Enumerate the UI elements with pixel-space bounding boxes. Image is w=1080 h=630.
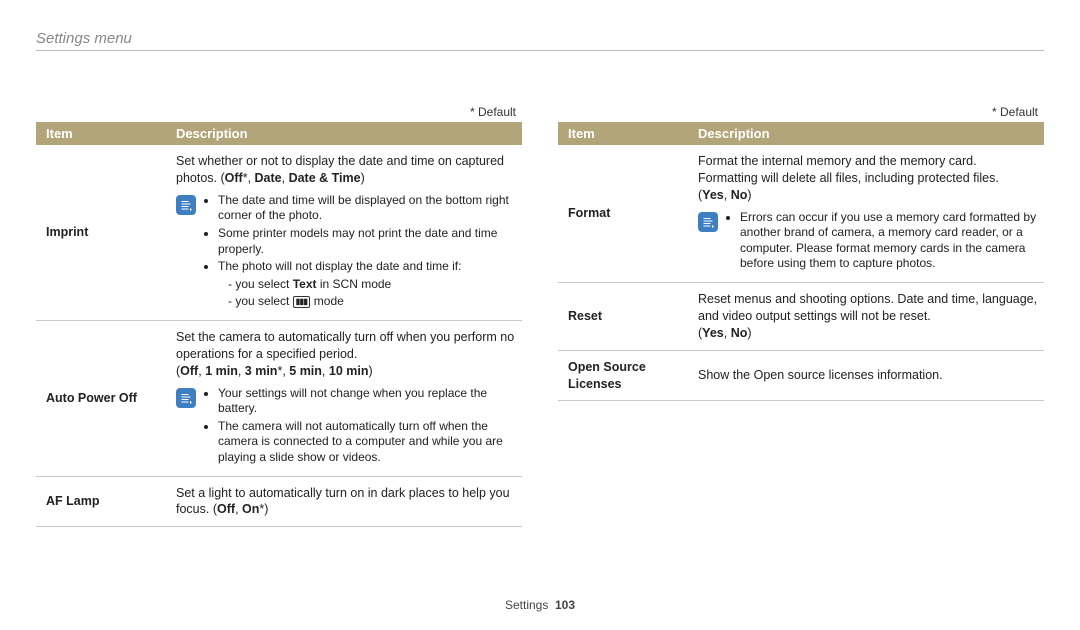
format-opt-no: No — [731, 188, 748, 202]
footer-page-number: 103 — [555, 598, 575, 612]
content-columns: * Default Item Description Imprint Set w… — [36, 105, 1044, 527]
format-options: (Yes, No) — [698, 188, 752, 202]
sep: , — [238, 364, 245, 378]
item-imprint: Imprint — [36, 145, 166, 320]
section-title: Settings menu — [36, 30, 1044, 47]
col-header-item: Item — [36, 122, 166, 145]
row-reset: Reset Reset menus and shooting options. … — [558, 283, 1044, 351]
row-af-lamp: AF Lamp Set a light to automatically tur… — [36, 476, 522, 527]
item-format: Format — [558, 145, 688, 283]
desc-open-source-licenses: Show the Open source licenses informatio… — [688, 350, 1044, 401]
col-header-description: Description — [166, 122, 522, 145]
desc-auto-power-off: Set the camera to automatically turn off… — [166, 320, 522, 476]
reset-opt-no: No — [731, 326, 748, 340]
apo-opt-1min: 1 min — [205, 364, 238, 378]
imprint-opt-datetime: Date & Time — [289, 171, 361, 185]
sub1-pre: you select — [235, 277, 292, 291]
imprint-text: Set whether or not to display the date a… — [176, 154, 504, 185]
sub1-bold: Text — [293, 277, 317, 291]
imprint-notes: The date and time will be displayed on t… — [204, 193, 516, 312]
desc-imprint: Set whether or not to display the date a… — [166, 145, 522, 320]
imprint-note-3: The photo will not display the date and … — [218, 259, 516, 310]
footer-section: Settings — [505, 598, 548, 612]
movie-mode-icon: ▮▮▮ — [293, 296, 311, 308]
item-af-lamp: AF Lamp — [36, 476, 166, 527]
imprint-sub-1: you select Text in SCN mode — [228, 277, 516, 293]
format-text: Format the internal memory and the memor… — [698, 154, 999, 185]
sep: *, — [243, 171, 255, 185]
aflamp-post: *) — [259, 502, 268, 516]
sep: , — [235, 502, 242, 516]
aflamp-opt-on: On — [242, 502, 259, 516]
apo-opt-10min: 10 min — [329, 364, 369, 378]
right-column: * Default Item Description Format Format… — [558, 105, 1044, 527]
apo-note-1: Your settings will not change when you r… — [218, 386, 516, 417]
desc-format: Format the internal memory and the memor… — [688, 145, 1044, 283]
row-auto-power-off: Auto Power Off Set the camera to automat… — [36, 320, 522, 476]
col-header-description: Description — [688, 122, 1044, 145]
close: ) — [368, 364, 372, 378]
row-format: Format Format the internal memory and th… — [558, 145, 1044, 283]
sep: , — [724, 188, 731, 202]
sub2-post: mode — [310, 294, 343, 308]
row-imprint: Imprint Set whether or not to display th… — [36, 145, 522, 320]
col-header-item: Item — [558, 122, 688, 145]
default-note: * Default — [36, 105, 522, 119]
desc-reset: Reset menus and shooting options. Date a… — [688, 283, 1044, 351]
imprint-opt-off: Off — [225, 171, 243, 185]
default-note: * Default — [558, 105, 1044, 119]
aflamp-text: Set a light to automatically turn on in … — [176, 486, 510, 517]
desc-af-lamp: Set a light to automatically turn on in … — [166, 476, 522, 527]
reset-text: Reset menus and shooting options. Date a… — [698, 292, 1037, 323]
apo-text: Set the camera to automatically turn off… — [176, 330, 514, 361]
imprint-sublist: you select Text in SCN mode you select ▮… — [218, 277, 516, 310]
close: ) — [747, 188, 751, 202]
left-column: * Default Item Description Imprint Set w… — [36, 105, 522, 527]
divider — [36, 50, 1044, 51]
aflamp-opt-off: Off — [217, 502, 235, 516]
sub1-post: in SCN mode — [317, 277, 392, 291]
item-auto-power-off: Auto Power Off — [36, 320, 166, 476]
settings-table-left: Item Description Imprint Set whether or … — [36, 122, 522, 527]
imprint-note-box: The date and time will be displayed on t… — [176, 193, 516, 312]
reset-options: (Yes, No) — [698, 326, 752, 340]
sep: *, — [277, 364, 289, 378]
format-opt-yes: Yes — [702, 188, 724, 202]
sep: , — [322, 364, 329, 378]
note-icon — [698, 212, 718, 232]
apo-options: (Off, 1 min, 3 min*, 5 min, 10 min) — [176, 364, 373, 378]
format-notes: Errors can occur if you use a memory car… — [726, 210, 1038, 274]
imprint-opt-date: Date — [255, 171, 282, 185]
apo-opt-3min: 3 min — [245, 364, 278, 378]
imprint-note-2: Some printer models may not print the da… — [218, 226, 516, 257]
item-open-source-licenses: Open Source Licenses — [558, 350, 688, 401]
manual-page: Settings menu * Default Item Description… — [0, 0, 1080, 630]
note-icon — [176, 388, 196, 408]
format-note-1: Errors can occur if you use a memory car… — [740, 210, 1038, 272]
settings-table-right: Item Description Format Format the inter… — [558, 122, 1044, 401]
item-reset: Reset — [558, 283, 688, 351]
sub2-pre: you select — [235, 294, 292, 308]
reset-opt-yes: Yes — [702, 326, 724, 340]
row-open-source-licenses: Open Source Licenses Show the Open sourc… — [558, 350, 1044, 401]
imprint-sub-2: you select ▮▮▮ mode — [228, 294, 516, 310]
apo-notes: Your settings will not change when you r… — [204, 386, 516, 468]
format-note-box: Errors can occur if you use a memory car… — [698, 210, 1038, 274]
apo-opt-5min: 5 min — [289, 364, 322, 378]
note-icon — [176, 195, 196, 215]
sep: , — [282, 171, 289, 185]
apo-opt-off: Off — [180, 364, 198, 378]
close: ) — [747, 326, 751, 340]
imprint-note-1: The date and time will be displayed on t… — [218, 193, 516, 224]
imprint-desc-post: ) — [361, 171, 365, 185]
imprint-note-3-text: The photo will not display the date and … — [218, 259, 461, 273]
apo-note-box: Your settings will not change when you r… — [176, 386, 516, 468]
apo-note-2: The camera will not automatically turn o… — [218, 419, 516, 466]
sep: , — [724, 326, 731, 340]
page-footer: Settings 103 — [0, 598, 1080, 612]
